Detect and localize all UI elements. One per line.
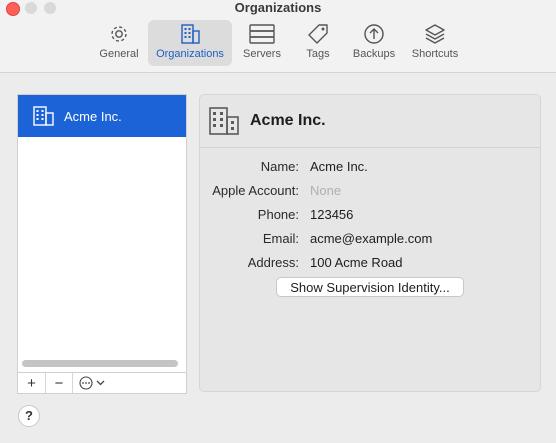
toolbar-backups-label: Backups bbox=[352, 48, 396, 60]
field-value: Acme Inc. bbox=[310, 159, 368, 174]
arrow-up-circle-icon bbox=[364, 24, 384, 44]
toolbar-tags-label: Tags bbox=[306, 48, 330, 60]
more-actions-menu[interactable] bbox=[73, 373, 111, 393]
field-value: None bbox=[310, 183, 342, 198]
toolbar-general-label: General bbox=[99, 48, 139, 60]
add-organization-button[interactable]: + bbox=[18, 373, 46, 393]
field-value: 100 Acme Road bbox=[310, 255, 403, 270]
list-item-label: Acme Inc. bbox=[64, 108, 122, 124]
ellipsis-circle-icon bbox=[79, 376, 93, 390]
list-action-bar: + − bbox=[17, 372, 187, 394]
detail-title: Acme Inc. bbox=[250, 112, 326, 129]
field-label: Phone: bbox=[257, 207, 299, 222]
organization-list: Acme Inc. bbox=[17, 94, 187, 373]
window-title: Organizations bbox=[234, 0, 322, 15]
list-item[interactable]: Acme Inc. bbox=[18, 95, 186, 137]
field-label: Email: bbox=[262, 231, 299, 246]
toolbar-servers[interactable]: Servers bbox=[236, 20, 288, 66]
toolbar-general[interactable]: General bbox=[94, 20, 144, 66]
organization-detail-panel: Acme Inc. Name: Acme Inc. Apple Account:… bbox=[199, 94, 541, 392]
remove-organization-button[interactable]: − bbox=[46, 373, 73, 393]
field-value: acme@example.com bbox=[310, 231, 433, 246]
toolbar-shortcuts-label: Shortcuts bbox=[411, 48, 459, 60]
toolbar-organizations[interactable]: Organizations bbox=[148, 20, 232, 66]
building-icon bbox=[181, 24, 200, 44]
toolbar-servers-label: Servers bbox=[243, 48, 281, 60]
show-supervision-identity-button[interactable]: Show Supervision Identity... bbox=[276, 277, 464, 297]
help-button[interactable]: ? bbox=[18, 405, 40, 427]
field-label: Name: bbox=[260, 159, 299, 174]
toolbar-backups[interactable]: Backups bbox=[349, 20, 399, 66]
field-label: Address: bbox=[247, 255, 299, 270]
tag-icon bbox=[308, 24, 328, 44]
field-label: Apple Account: bbox=[212, 183, 299, 198]
building-icon bbox=[209, 107, 239, 135]
chevron-down-icon bbox=[96, 380, 105, 386]
gear-icon bbox=[111, 26, 127, 42]
window-titlebar: Organizations General Organizations Serv… bbox=[0, 0, 556, 73]
detail-header: Acme Inc. bbox=[200, 95, 540, 148]
field-value: 123456 bbox=[310, 207, 354, 222]
server-icon bbox=[249, 24, 275, 44]
toolbar-tags[interactable]: Tags bbox=[298, 20, 338, 66]
toolbar-organizations-label: Organizations bbox=[156, 48, 224, 60]
layers-icon bbox=[425, 24, 445, 44]
horizontal-scrollbar[interactable] bbox=[22, 360, 178, 367]
building-icon bbox=[33, 106, 54, 126]
toolbar-shortcuts[interactable]: Shortcuts bbox=[407, 20, 463, 66]
